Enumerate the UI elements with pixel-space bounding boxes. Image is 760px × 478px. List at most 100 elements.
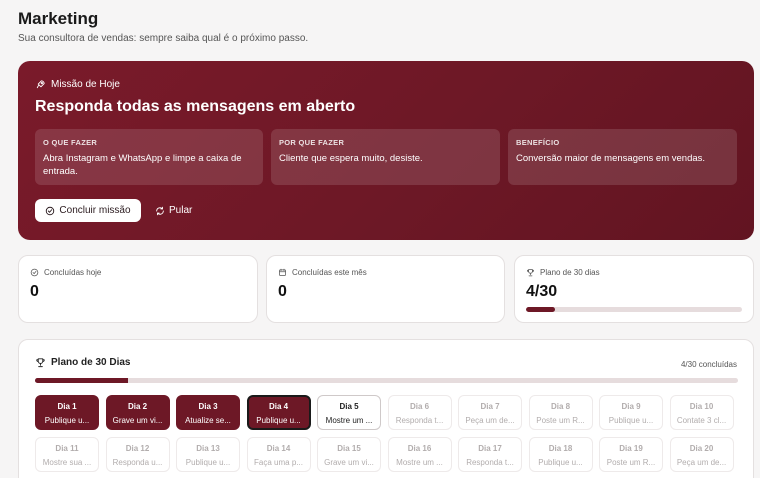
what-text: Abra Instagram e WhatsApp e limpe a caix… — [43, 153, 242, 177]
day-task: Poste um R... — [606, 458, 656, 467]
day-number: Dia 11 — [55, 444, 79, 453]
day-tile[interactable]: Dia 2 Grave um vi... — [105, 395, 170, 430]
day-grid: Dia 1 Publique u... Dia 2 Grave um vi... Dia… — [35, 395, 734, 472]
day-task: Publique u... — [538, 458, 583, 467]
plan-progress-fill — [35, 378, 129, 383]
day-tile[interactable]: Dia 8 Poste um R... — [528, 395, 593, 430]
day-tile[interactable]: Dia 12 Responda u... — [105, 437, 170, 472]
mission-eyebrow-label: Missão de Hoje — [51, 79, 120, 90]
day-number: Dia 9 — [621, 402, 641, 411]
benefit-card: BENEFÍCIO Conversão maior de mensagens e… — [508, 129, 737, 185]
day-number: Dia 19 — [619, 444, 643, 453]
day-task: Publique u... — [608, 416, 654, 425]
day-task: Contate 3 cl... — [676, 416, 727, 425]
skip-button[interactable]: Pular — [155, 199, 192, 222]
day-task: Publique u... — [256, 416, 301, 425]
trophy-icon — [527, 269, 534, 277]
benefit-text: Conversão maior de mensagens em vendas. — [516, 153, 706, 164]
why-card: POR QUE FAZER Cliente que espera muito, … — [271, 129, 500, 185]
day-tile[interactable]: Dia 11 Mostre sua ... — [35, 437, 99, 472]
day-tile[interactable]: Dia 10 Contate 3 cl... — [669, 395, 734, 430]
day-number: Dia 17 — [478, 444, 502, 453]
day-task: Mostre um ... — [396, 458, 443, 467]
day-number: Dia 7 — [480, 402, 500, 411]
day-tile[interactable]: Dia 16 Mostre um ... — [387, 437, 452, 472]
day-task: Responda t... — [466, 458, 514, 467]
stat-today: Concluídas hoje 0 — [18, 255, 258, 323]
plan-progress-bar — [35, 378, 738, 383]
day-number: Dia 20 — [689, 444, 714, 453]
day-number: Dia 14 — [266, 444, 291, 453]
day-task: Grave um vi... — [324, 458, 374, 467]
why-label: POR QUE FAZER — [279, 138, 345, 147]
skip-label: Pular — [169, 205, 193, 216]
stat-today-header: Concluídas hoje — [30, 268, 101, 277]
day-number: Dia 10 — [689, 402, 714, 411]
stat-plan-progress-fill — [526, 307, 555, 312]
plan-count: 4/30 concluídas — [680, 360, 737, 369]
day-number: Dia 15 — [337, 444, 361, 453]
stat-month-label: Concluídas este mês — [292, 268, 367, 277]
day-tile[interactable]: Dia 17 Responda t... — [458, 437, 522, 472]
stat-plan-header: Plano de 30 dias — [526, 268, 600, 277]
what-label: O QUE FAZER — [43, 138, 98, 147]
day-tile[interactable]: Dia 14 Faça uma p... — [246, 437, 311, 472]
day-number: Dia 4 — [268, 402, 289, 411]
stat-month: Concluídas este mês 0 — [266, 255, 505, 323]
day-tile[interactable]: Dia 4 Publique u... — [246, 395, 311, 430]
mission-title: Responda todas as mensagens em aberto — [35, 98, 356, 115]
day-number: Dia 3 — [198, 402, 218, 411]
day-tile[interactable]: Dia 20 Peça um de... — [669, 437, 734, 472]
stat-plan-label: Plano de 30 dias — [540, 268, 600, 277]
stat-month-header: Concluídas este mês — [278, 268, 367, 277]
day-number: Dia 16 — [407, 444, 432, 453]
mission-eyebrow: Missão de Hoje — [35, 79, 120, 90]
day-task: Publique u... — [185, 458, 231, 467]
stat-month-value: 0 — [278, 283, 287, 300]
stat-today-value: 0 — [30, 283, 39, 300]
day-tile[interactable]: Dia 19 Poste um R... — [599, 437, 663, 472]
plan-title: Plano de 30 Dias — [51, 357, 131, 368]
day-tile[interactable]: Dia 7 Peça um de... — [458, 395, 522, 430]
page-title: Marketing — [18, 9, 99, 28]
stat-today-label: Concluídas hoje — [44, 268, 102, 277]
mission-card: Missão de Hoje Responda todas as mensage… — [18, 61, 754, 240]
day-number: Dia 12 — [125, 444, 150, 453]
day-task: Poste um R... — [536, 416, 585, 425]
benefit-label: BENEFÍCIO — [516, 138, 560, 147]
day-task: Faça uma p... — [254, 458, 303, 467]
day-number: Dia 6 — [409, 402, 430, 411]
refresh-icon — [156, 206, 164, 215]
day-task: Responda t... — [395, 416, 444, 425]
what-card: O QUE FAZER Abra Instagram e WhatsApp e … — [35, 129, 263, 185]
day-tile[interactable]: Dia 3 Atualize se... — [176, 395, 240, 430]
trophy-icon — [36, 358, 45, 368]
day-task: Atualize se... — [185, 416, 231, 425]
day-number: Dia 8 — [550, 402, 571, 411]
day-number: Dia 2 — [127, 402, 148, 411]
stat-plan-progress-bar — [526, 307, 742, 312]
day-tile[interactable]: Dia 15 Grave um vi... — [317, 437, 381, 472]
day-task: Grave um vi... — [112, 416, 163, 425]
day-tile[interactable]: Dia 18 Publique u... — [528, 437, 593, 472]
calendar-icon — [279, 268, 286, 276]
day-tile[interactable]: Dia 6 Responda t... — [387, 395, 452, 430]
day-task: Mostre um ... — [325, 416, 373, 425]
day-number: Dia 1 — [57, 402, 77, 411]
page-subtitle: Sua consultora de vendas: sempre saiba q… — [18, 33, 309, 44]
complete-mission-button[interactable]: Concluir missão — [35, 199, 141, 222]
day-tile[interactable]: Dia 13 Publique u... — [176, 437, 240, 472]
day-tile[interactable]: Dia 1 Publique u... — [35, 395, 99, 430]
rocket-icon — [36, 80, 45, 89]
day-tile[interactable]: Dia 5 Mostre um ... — [317, 395, 381, 430]
day-tile[interactable]: Dia 9 Publique u... — [599, 395, 663, 430]
day-task: Publique u... — [44, 416, 90, 425]
complete-mission-label: Concluir missão — [59, 205, 131, 216]
day-task: Mostre sua ... — [42, 458, 92, 467]
day-task: Peça um de... — [676, 458, 727, 467]
day-number: Dia 13 — [196, 444, 220, 453]
why-text: Cliente que espera muito, desiste. — [279, 153, 423, 164]
check-circle-icon — [30, 268, 39, 277]
stat-plan: Plano de 30 dias 4/30 — [514, 255, 754, 323]
stat-plan-value: 4/30 — [526, 283, 558, 300]
